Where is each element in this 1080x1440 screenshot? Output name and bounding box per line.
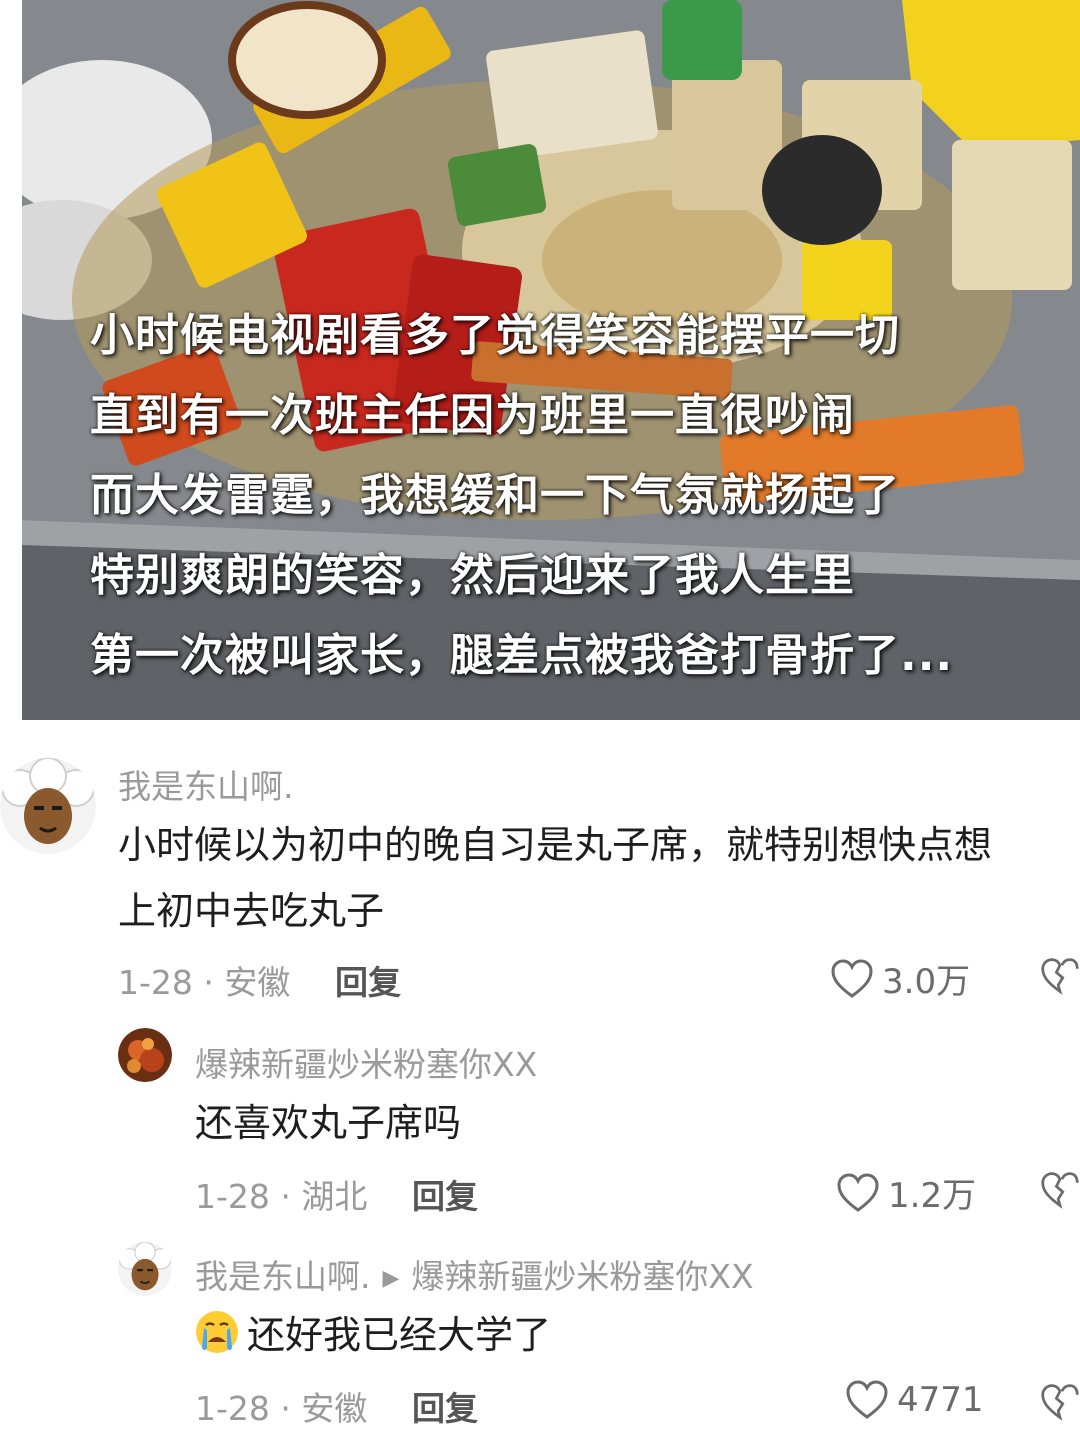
reply-header: 我是东山啊. ▶ 爆辣新疆炒米粉塞你XX xyxy=(195,1250,754,1298)
crying-face-icon xyxy=(196,1311,238,1353)
reply-to-author[interactable]: 爆辣新疆炒米粉塞你XX xyxy=(411,1257,753,1296)
broken-heart-icon xyxy=(1041,958,1079,995)
heart-icon xyxy=(846,1380,888,1419)
sheep-avatar-icon xyxy=(118,1242,172,1296)
reply-arrow-icon: ▶ xyxy=(382,1266,400,1291)
like-count: 3.0万 xyxy=(882,962,971,1002)
like-button[interactable]: 1.2万 xyxy=(836,1168,976,1217)
reply-button[interactable]: 回复 xyxy=(335,956,401,1004)
like-count: 1.2万 xyxy=(888,1176,977,1216)
comment-meta: 1-28 · 安徽 xyxy=(118,963,291,1002)
comment-item: 我是东山啊. 小时候以为初中的晚自习是丸子席，就特别想快点想 上初中去吃丸子 1… xyxy=(0,740,1080,1020)
heart-icon xyxy=(831,958,873,998)
reply-item: 我是东山啊. ▶ 爆辣新疆炒米粉塞你XX 还好我已经大学了 1-28 · 安徽 回复… xyxy=(0,1232,1080,1440)
broken-heart-icon xyxy=(1041,1172,1079,1209)
video-player[interactable]: 小时候电视剧看多了觉得笑容能摆平一切 直到有一次班主任因为班里一直很吵闹 而大发… xyxy=(22,0,1080,720)
comment-meta: 1-28 · 安徽 xyxy=(195,1389,368,1428)
avatar[interactable] xyxy=(118,1028,172,1082)
comment-text-line: 小时候以为初中的晚自习是丸子席，就特别想快点想 xyxy=(118,823,993,867)
reply-button[interactable]: 回复 xyxy=(412,1170,478,1218)
comment-author[interactable]: 我是东山啊. xyxy=(118,760,294,808)
like-count: 4771 xyxy=(897,1380,984,1420)
dislike-button[interactable] xyxy=(1040,956,1080,1000)
comment-meta: 1-28 · 湖北 xyxy=(195,1177,368,1216)
sheep-avatar-icon xyxy=(0,758,96,854)
reply-item: 爆辣新疆炒米粉塞你XX 还喜欢丸子席吗 1-28 · 湖北 回复 1.2万 xyxy=(0,1020,1080,1230)
heart-icon xyxy=(837,1172,879,1212)
dislike-button[interactable] xyxy=(1040,1170,1080,1214)
comment-text: 小时候以为初中的晚自习是丸子席，就特别想快点想 上初中去吃丸子 xyxy=(118,812,1078,944)
caption-line: 第一次被叫家长，腿差点被我爸打骨折了... xyxy=(90,630,954,681)
caption-line: 而大发雷霆，我想缓和一下气氛就扬起了 xyxy=(90,470,900,521)
comment-author[interactable]: 我是东山啊. xyxy=(195,1257,371,1296)
comment-text-content: 还好我已经大学了 xyxy=(247,1313,552,1357)
reply-button[interactable]: 回复 xyxy=(412,1382,478,1430)
like-button[interactable]: 4771 xyxy=(845,1380,984,1420)
avatar[interactable] xyxy=(0,758,96,854)
broken-heart-icon xyxy=(1041,1384,1079,1421)
caption-line: 特别爽朗的笑容，然后迎来了我人生里 xyxy=(90,550,855,601)
food-avatar-icon xyxy=(118,1028,172,1082)
caption-line: 小时候电视剧看多了觉得笑容能摆平一切 xyxy=(90,310,900,361)
video-caption: 小时候电视剧看多了觉得笑容能摆平一切 直到有一次班主任因为班里一直很吵闹 而大发… xyxy=(90,296,1070,696)
comment-text-line: 上初中去吃丸子 xyxy=(118,889,385,933)
comment-author[interactable]: 爆辣新疆炒米粉塞你XX xyxy=(195,1038,537,1086)
comment-text: 还喜欢丸子席吗 xyxy=(195,1101,462,1145)
avatar[interactable] xyxy=(118,1242,172,1296)
like-button[interactable]: 3.0万 xyxy=(830,954,970,1003)
dislike-button[interactable] xyxy=(1040,1382,1080,1426)
caption-line: 直到有一次班主任因为班里一直很吵闹 xyxy=(90,390,855,441)
comment-text: 还好我已经大学了 xyxy=(195,1302,551,1368)
